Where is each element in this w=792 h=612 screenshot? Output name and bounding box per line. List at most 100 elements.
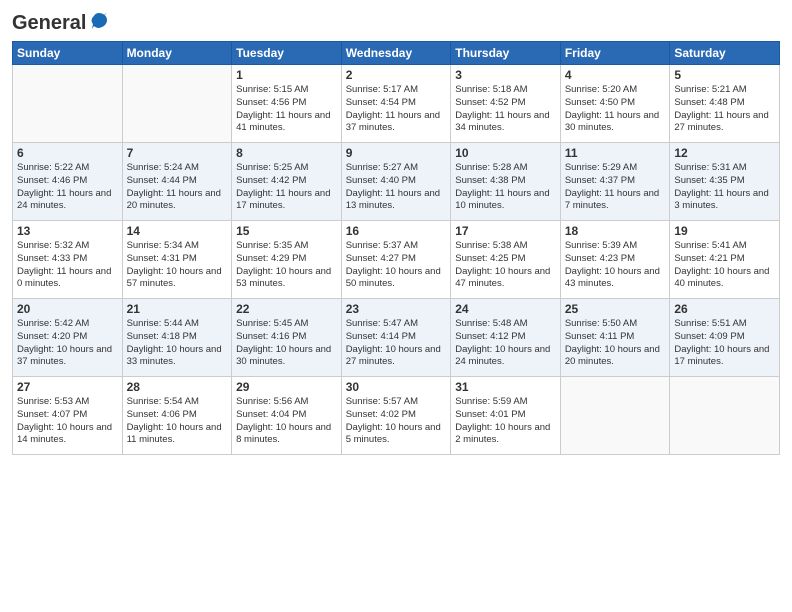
calendar-cell: 11 Sunrise: 5:29 AM Sunset: 4:37 PM Dayli… xyxy=(560,143,670,221)
calendar-cell xyxy=(122,65,232,143)
logo: General xyxy=(12,10,110,33)
calendar-cell: 24 Sunrise: 5:48 AM Sunset: 4:12 PM Dayli… xyxy=(451,299,561,377)
calendar-cell: 4 Sunrise: 5:20 AM Sunset: 4:50 PM Daylig… xyxy=(560,65,670,143)
day-number: 24 xyxy=(455,302,556,316)
day-info: Sunrise: 5:44 AM Sunset: 4:18 PM Dayligh… xyxy=(127,318,228,369)
calendar-cell xyxy=(670,377,780,455)
day-number: 9 xyxy=(346,146,447,160)
day-number: 29 xyxy=(236,380,337,394)
calendar-cell: 28 Sunrise: 5:54 AM Sunset: 4:06 PM Dayli… xyxy=(122,377,232,455)
calendar-cell: 27Sunrise: 5:53 AM Sunset: 4:07 PM Dayli… xyxy=(13,377,123,455)
day-info: Sunrise: 5:37 AM Sunset: 4:27 PM Dayligh… xyxy=(346,240,447,291)
day-info: Sunrise: 5:47 AM Sunset: 4:14 PM Dayligh… xyxy=(346,318,447,369)
day-info: Sunrise: 5:57 AM Sunset: 4:02 PM Dayligh… xyxy=(346,396,447,447)
calendar-cell: 13 Sunrise: 5:32 AM Sunset: 4:33 PM Dayli… xyxy=(13,221,123,299)
day-number: 7 xyxy=(127,146,228,160)
weekday-header-tuesday: Tuesday xyxy=(232,42,342,65)
calendar-row-1: 1 Sunrise: 5:15 AM Sunset: 4:56 PM Daylig… xyxy=(13,65,780,143)
calendar-cell: 16 Sunrise: 5:37 AM Sunset: 4:27 PM Dayli… xyxy=(341,221,451,299)
calendar-cell: 22 Sunrise: 5:45 AM Sunset: 4:16 PM Dayli… xyxy=(232,299,342,377)
day-number: 31 xyxy=(455,380,556,394)
day-info: Sunrise: 5:45 AM Sunset: 4:16 PM Dayligh… xyxy=(236,318,337,369)
weekday-header-row: SundayMondayTuesdayWednesdayThursdayFrid… xyxy=(13,42,780,65)
calendar-cell: 6 Sunrise: 5:22 AM Sunset: 4:46 PM Daylig… xyxy=(13,143,123,221)
day-info: Sunrise: 5:31 AM Sunset: 4:35 PM Dayligh… xyxy=(674,162,775,213)
day-number: 1 xyxy=(236,68,337,82)
calendar-cell: 7 Sunrise: 5:24 AM Sunset: 4:44 PM Daylig… xyxy=(122,143,232,221)
day-number: 28 xyxy=(127,380,228,394)
day-info: Sunrise: 5:17 AM Sunset: 4:54 PM Dayligh… xyxy=(346,84,447,135)
calendar-cell: 26Sunrise: 5:51 AM Sunset: 4:09 PM Dayli… xyxy=(670,299,780,377)
logo-bird-icon xyxy=(88,10,110,37)
day-number: 26 xyxy=(674,302,775,316)
weekday-header-saturday: Saturday xyxy=(670,42,780,65)
calendar-cell: 25 Sunrise: 5:50 AM Sunset: 4:11 PM Dayli… xyxy=(560,299,670,377)
calendar-cell: 20 Sunrise: 5:42 AM Sunset: 4:20 PM Dayli… xyxy=(13,299,123,377)
day-number: 3 xyxy=(455,68,556,82)
day-number: 25 xyxy=(565,302,666,316)
day-info: Sunrise: 5:21 AM Sunset: 4:48 PM Dayligh… xyxy=(674,84,775,135)
day-info: Sunrise: 5:56 AM Sunset: 4:04 PM Dayligh… xyxy=(236,396,337,447)
day-number: 10 xyxy=(455,146,556,160)
day-info: Sunrise: 5:50 AM Sunset: 4:11 PM Dayligh… xyxy=(565,318,666,369)
calendar-cell: 5Sunrise: 5:21 AM Sunset: 4:48 PM Daylig… xyxy=(670,65,780,143)
day-number: 6 xyxy=(17,146,118,160)
calendar-cell: 15 Sunrise: 5:35 AM Sunset: 4:29 PM Dayli… xyxy=(232,221,342,299)
weekday-header-wednesday: Wednesday xyxy=(341,42,451,65)
calendar-cell: 9Sunrise: 5:27 AM Sunset: 4:40 PM Daylig… xyxy=(341,143,451,221)
day-info: Sunrise: 5:42 AM Sunset: 4:20 PM Dayligh… xyxy=(17,318,118,369)
day-info: Sunrise: 5:28 AM Sunset: 4:38 PM Dayligh… xyxy=(455,162,556,213)
day-number: 17 xyxy=(455,224,556,238)
calendar-cell: 2 Sunrise: 5:17 AM Sunset: 4:54 PM Daylig… xyxy=(341,65,451,143)
day-number: 21 xyxy=(127,302,228,316)
day-number: 4 xyxy=(565,68,666,82)
calendar-cell xyxy=(560,377,670,455)
logo-general: General xyxy=(12,12,86,35)
day-info: Sunrise: 5:53 AM Sunset: 4:07 PM Dayligh… xyxy=(17,396,118,447)
day-number: 15 xyxy=(236,224,337,238)
calendar-cell: 31 Sunrise: 5:59 AM Sunset: 4:01 PM Dayli… xyxy=(451,377,561,455)
calendar-cell: 10 Sunrise: 5:28 AM Sunset: 4:38 PM Dayli… xyxy=(451,143,561,221)
day-number: 18 xyxy=(565,224,666,238)
weekday-header-thursday: Thursday xyxy=(451,42,561,65)
calendar-cell: 18 Sunrise: 5:39 AM Sunset: 4:23 PM Dayli… xyxy=(560,221,670,299)
day-info: Sunrise: 5:34 AM Sunset: 4:31 PM Dayligh… xyxy=(127,240,228,291)
calendar-cell: 1 Sunrise: 5:15 AM Sunset: 4:56 PM Daylig… xyxy=(232,65,342,143)
day-info: Sunrise: 5:39 AM Sunset: 4:23 PM Dayligh… xyxy=(565,240,666,291)
calendar-cell: 21 Sunrise: 5:44 AM Sunset: 4:18 PM Dayli… xyxy=(122,299,232,377)
day-info: Sunrise: 5:38 AM Sunset: 4:25 PM Dayligh… xyxy=(455,240,556,291)
day-info: Sunrise: 5:48 AM Sunset: 4:12 PM Dayligh… xyxy=(455,318,556,369)
day-number: 22 xyxy=(236,302,337,316)
calendar-cell: 30Sunrise: 5:57 AM Sunset: 4:02 PM Dayli… xyxy=(341,377,451,455)
day-info: Sunrise: 5:59 AM Sunset: 4:01 PM Dayligh… xyxy=(455,396,556,447)
calendar-cell: 17 Sunrise: 5:38 AM Sunset: 4:25 PM Dayli… xyxy=(451,221,561,299)
day-number: 13 xyxy=(17,224,118,238)
weekday-header-sunday: Sunday xyxy=(13,42,123,65)
calendar-cell: 29 Sunrise: 5:56 AM Sunset: 4:04 PM Dayli… xyxy=(232,377,342,455)
calendar-cell: 23 Sunrise: 5:47 AM Sunset: 4:14 PM Dayli… xyxy=(341,299,451,377)
calendar-row-2: 6 Sunrise: 5:22 AM Sunset: 4:46 PM Daylig… xyxy=(13,143,780,221)
day-number: 12 xyxy=(674,146,775,160)
day-number: 16 xyxy=(346,224,447,238)
day-info: Sunrise: 5:22 AM Sunset: 4:46 PM Dayligh… xyxy=(17,162,118,213)
day-number: 20 xyxy=(17,302,118,316)
calendar-cell: 3Sunrise: 5:18 AM Sunset: 4:52 PM Daylig… xyxy=(451,65,561,143)
calendar-row-4: 20 Sunrise: 5:42 AM Sunset: 4:20 PM Dayli… xyxy=(13,299,780,377)
day-number: 8 xyxy=(236,146,337,160)
day-number: 19 xyxy=(674,224,775,238)
day-number: 11 xyxy=(565,146,666,160)
day-info: Sunrise: 5:32 AM Sunset: 4:33 PM Dayligh… xyxy=(17,240,118,291)
weekday-header-monday: Monday xyxy=(122,42,232,65)
day-number: 23 xyxy=(346,302,447,316)
calendar-cell xyxy=(13,65,123,143)
day-info: Sunrise: 5:20 AM Sunset: 4:50 PM Dayligh… xyxy=(565,84,666,135)
day-info: Sunrise: 5:35 AM Sunset: 4:29 PM Dayligh… xyxy=(236,240,337,291)
calendar-cell: 19Sunrise: 5:41 AM Sunset: 4:21 PM Dayli… xyxy=(670,221,780,299)
day-info: Sunrise: 5:24 AM Sunset: 4:44 PM Dayligh… xyxy=(127,162,228,213)
day-info: Sunrise: 5:29 AM Sunset: 4:37 PM Dayligh… xyxy=(565,162,666,213)
day-number: 14 xyxy=(127,224,228,238)
day-info: Sunrise: 5:54 AM Sunset: 4:06 PM Dayligh… xyxy=(127,396,228,447)
day-info: Sunrise: 5:15 AM Sunset: 4:56 PM Dayligh… xyxy=(236,84,337,135)
day-number: 2 xyxy=(346,68,447,82)
calendar-row-5: 27Sunrise: 5:53 AM Sunset: 4:07 PM Dayli… xyxy=(13,377,780,455)
